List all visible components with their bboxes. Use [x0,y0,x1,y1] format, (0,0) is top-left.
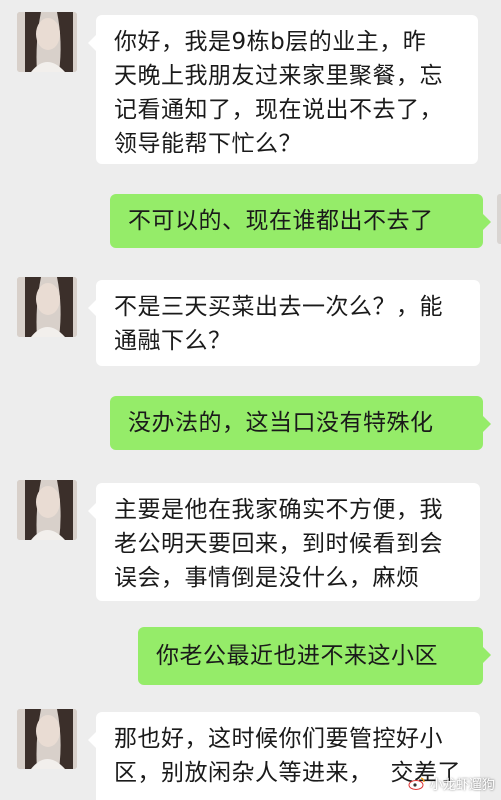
message-text-line: 记看通知了，现在说出不去了， [114,97,443,123]
message-text-line: 天晚上我朋友过来家里聚餐，忘 [114,63,443,89]
contact-avatar[interactable] [17,480,77,540]
message-bubble-outgoing[interactable]: 没办法的，这当口没有特殊化 [110,396,491,450]
message-bubble-incoming[interactable]: 你好，我是9栋b层的业主，昨 天晚上我朋友过来家里聚餐，忘 记看通知了，现在说出… [88,15,478,164]
chat-conversation: 你好，我是9栋b层的业主，昨 天晚上我朋友过来家里聚餐，忘 记看通知了，现在说出… [0,0,501,800]
message-text-line: 你好，我是9栋b层的业主，昨 [114,29,427,55]
message-bubble-incoming[interactable]: 主要是他在我家确实不方便，我 老公明天要回来，到时候看到会 误会，事情倒是没什么… [88,483,480,601]
self-avatar[interactable] [497,194,501,244]
weibo-icon [408,777,425,790]
message-bubble-outgoing[interactable]: 你老公最近也进不来这小区 [138,627,491,685]
contact-avatar[interactable] [17,12,77,72]
message-bubble-incoming[interactable]: 不是三天买菜出去一次么？，能 通融下么？ [88,280,480,366]
message-text-line: 你老公最近也进不来这小区 [156,643,438,669]
contact-avatar[interactable] [17,277,77,337]
message-text-line: 主要是他在我家确实不方便，我 [114,497,443,523]
message-text-line: 没办法的，这当口没有特殊化 [128,410,434,436]
message-text-line: 不可以的、现在谁都出不去了 [128,208,434,234]
message-text-line: 不是三天买菜出去一次么？，能 [114,294,443,320]
watermark-text: 小龙虾遛狗 [429,777,495,793]
message-text-line: 误会，事情倒是没什么，麻烦 [114,565,420,591]
contact-avatar[interactable] [17,709,77,769]
message-text-line: 那也好，这时候你们要管控好小 [114,726,443,752]
message-text-line: 领导能帮下忙么？ [114,131,302,157]
message-bubble-outgoing[interactable]: 不可以的、现在谁都出不去了 [110,194,491,248]
watermark: 小龙虾遛狗 [408,772,495,794]
message-text-fragment: 区，别放闲杂人等进来， [114,760,373,786]
message-text-line: 通融下么？ [114,328,232,354]
message-text-line: 老公明天要回来，到时候看到会 [114,531,443,557]
